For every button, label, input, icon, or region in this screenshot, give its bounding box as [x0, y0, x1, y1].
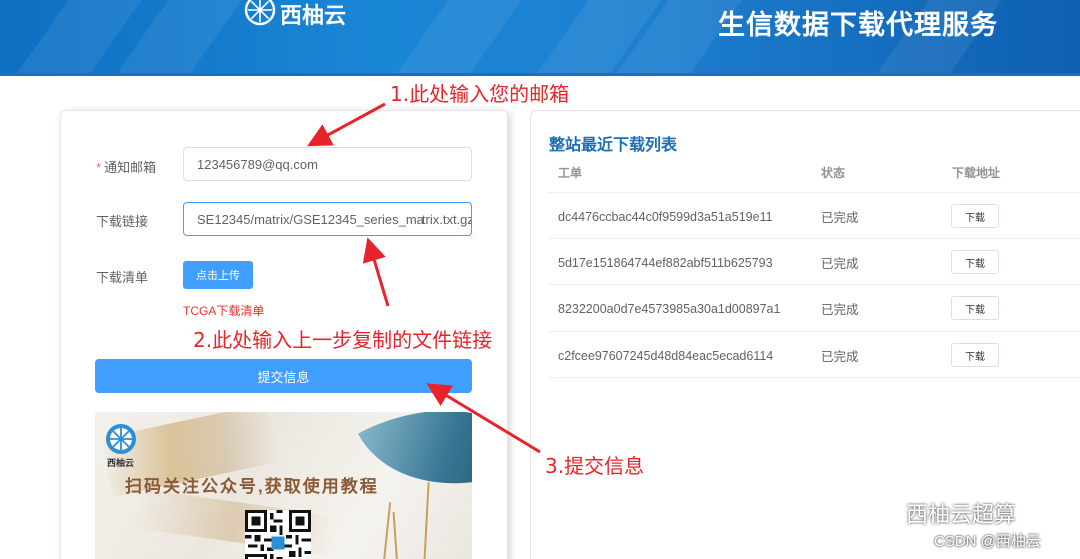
wechat-account-name: 西柚云超算 — [906, 502, 1017, 527]
annotation-step3: 3.提交信息 — [545, 454, 645, 478]
wechat-watermark: 西柚云超算 — [862, 497, 1016, 529]
annotation-step1: 1.此处输入您的邮箱 — [390, 82, 570, 106]
csdn-watermark: CSDN @西柚云 — [934, 533, 1041, 550]
arrow-to-submit — [426, 383, 541, 454]
arrow-to-link — [362, 237, 390, 307]
page: 西柚云 生信数据下载代理服务 * 通知邮箱 123456789@qq.com 下载… — [0, 0, 1080, 559]
annotation-step2: 2.此处输入上一步复制的文件链接 — [193, 328, 493, 352]
wechat-icon — [863, 501, 898, 525]
arrow-to-email — [307, 102, 386, 147]
